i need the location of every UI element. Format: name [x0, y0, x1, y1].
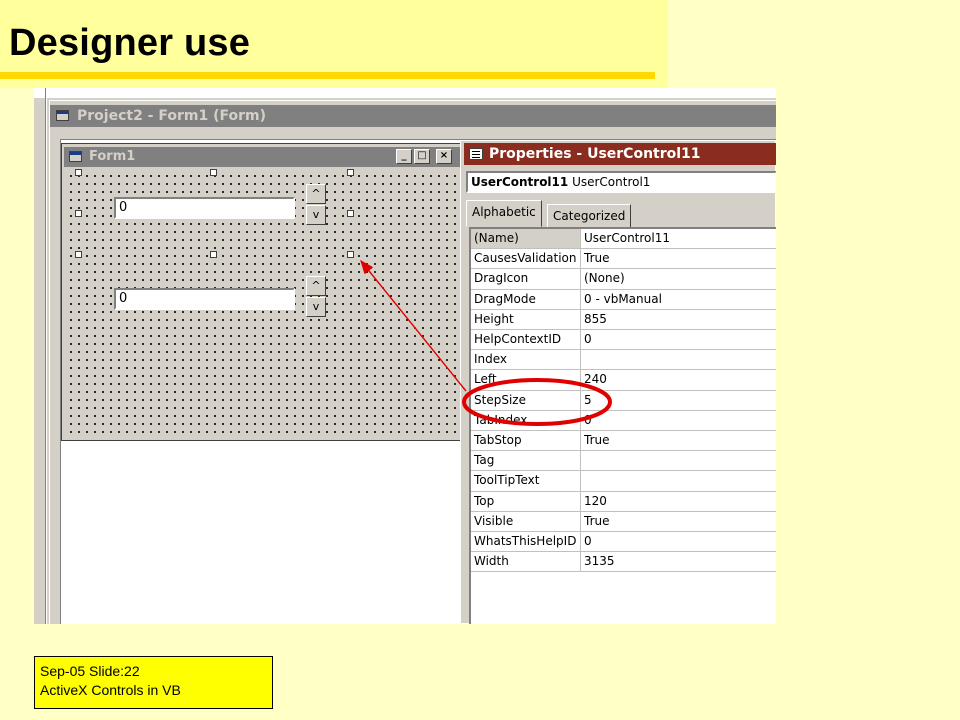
- tab-alphabetic[interactable]: Alphabetic: [466, 200, 542, 227]
- property-value[interactable]: True: [581, 249, 776, 268]
- property-row[interactable]: CausesValidation True: [471, 249, 776, 270]
- property-row[interactable]: WhatsThisHelpID 0: [471, 532, 776, 553]
- property-row[interactable]: Tag: [471, 451, 776, 472]
- property-row[interactable]: StepSize 5: [471, 390, 776, 411]
- minimize-button[interactable]: _: [396, 149, 412, 164]
- footer-date-slide: Sep-05 Slide:22: [40, 663, 140, 679]
- slide-title: Designer use: [9, 22, 251, 64]
- property-row[interactable]: Visible True: [471, 511, 776, 532]
- property-value[interactable]: UserControl11: [581, 229, 776, 248]
- object-type: UserControl1: [572, 175, 651, 189]
- property-value[interactable]: [581, 451, 776, 470]
- footer-course: ActiveX Controls in VB: [40, 682, 181, 698]
- property-name: Visible: [471, 511, 581, 531]
- properties-window-icon: [469, 148, 483, 160]
- property-value[interactable]: 240: [581, 370, 776, 389]
- property-row[interactable]: TabStop True: [471, 431, 776, 452]
- property-value[interactable]: 3135: [581, 552, 776, 571]
- property-name: Index: [471, 350, 581, 370]
- ide-top-strip: [34, 88, 776, 98]
- property-row[interactable]: Top 120: [471, 491, 776, 512]
- selection-handle[interactable]: [75, 169, 82, 176]
- property-value[interactable]: 0: [581, 411, 776, 430]
- ide-left-border: [45, 88, 47, 624]
- property-row[interactable]: TabIndex 0: [471, 410, 776, 431]
- property-name: ToolTipText: [471, 471, 581, 491]
- form1-title: Form1: [89, 149, 136, 164]
- tab-categorized[interactable]: Categorized: [547, 204, 632, 228]
- property-value[interactable]: 5: [581, 391, 776, 410]
- form1-titlebar[interactable]: Form1 _ □ ×: [64, 147, 460, 167]
- property-row[interactable]: Width 3135: [471, 552, 776, 573]
- close-button[interactable]: ×: [436, 149, 452, 164]
- property-value[interactable]: True: [581, 431, 776, 450]
- form1-designer[interactable]: Form1 _ □ × 0 ^ v 0 ^ v: [61, 143, 463, 441]
- property-value[interactable]: (None): [581, 269, 776, 288]
- object-name: UserControl11: [471, 175, 569, 189]
- uc2-spin-down-button[interactable]: v: [306, 297, 326, 317]
- property-name: Height: [471, 309, 581, 329]
- property-row[interactable]: Index: [471, 350, 776, 371]
- selection-handle[interactable]: [347, 169, 354, 176]
- property-name: TabIndex: [471, 410, 581, 430]
- property-name: DragIcon: [471, 269, 581, 289]
- property-value[interactable]: 0 - vbManual: [581, 290, 776, 309]
- maximize-button[interactable]: □: [414, 149, 430, 164]
- property-name: StepSize: [471, 390, 581, 410]
- property-name: Top: [471, 491, 581, 511]
- property-value[interactable]: 0: [581, 532, 776, 551]
- property-name: TabStop: [471, 431, 581, 451]
- property-row[interactable]: Height 855: [471, 309, 776, 330]
- uc2-textbox[interactable]: 0: [114, 288, 295, 310]
- property-row[interactable]: (Name) UserControl11: [471, 229, 776, 250]
- properties-window: Properties - UserControl11 UserControl11…: [460, 140, 776, 624]
- selection-handle[interactable]: [210, 169, 217, 176]
- title-underline: [0, 72, 655, 79]
- property-value[interactable]: [581, 471, 776, 490]
- uc1-spin-down-button[interactable]: v: [306, 205, 326, 225]
- property-name: Tag: [471, 451, 581, 471]
- selection-handle[interactable]: [75, 251, 82, 258]
- property-name: Width: [471, 552, 581, 572]
- property-grid: (Name) UserControl11 CausesValidation True D…: [469, 227, 776, 624]
- project-window-titlebar[interactable]: Project2 - Form1 (Form): [50, 105, 776, 127]
- uc1-textbox[interactable]: 0: [114, 197, 295, 219]
- property-name: HelpContextID: [471, 330, 581, 350]
- project-window-title: Project2 - Form1 (Form): [77, 108, 266, 124]
- property-value[interactable]: True: [581, 512, 776, 531]
- form-window-icon: [56, 110, 69, 121]
- selection-handle[interactable]: [75, 210, 82, 217]
- property-row[interactable]: DragMode 0 - vbManual: [471, 289, 776, 310]
- vb-ide-screenshot: Project2 - Form1 (Form) Form1 _ □ × 0 ^ …: [34, 88, 776, 624]
- uc1-spin-up-button[interactable]: ^: [306, 184, 326, 204]
- properties-window-title: Properties - UserControl11: [489, 146, 701, 162]
- property-name: DragMode: [471, 289, 581, 309]
- property-row[interactable]: ToolTipText: [471, 471, 776, 492]
- property-row[interactable]: Left 240: [471, 370, 776, 391]
- property-name: WhatsThisHelpID: [471, 532, 581, 552]
- property-row[interactable]: DragIcon (None): [471, 269, 776, 290]
- slide-footer: Sep-05 Slide:22 ActiveX Controls in VB: [34, 656, 273, 709]
- property-name: (Name): [471, 229, 581, 249]
- properties-titlebar[interactable]: Properties - UserControl11: [464, 143, 776, 165]
- property-row[interactable]: HelpContextID 0: [471, 330, 776, 351]
- property-value[interactable]: 0: [581, 330, 776, 349]
- selection-handle[interactable]: [347, 251, 354, 258]
- form-window-icon: [69, 151, 82, 162]
- property-name: Left: [471, 370, 581, 390]
- property-value[interactable]: 120: [581, 492, 776, 511]
- selection-handle[interactable]: [347, 210, 354, 217]
- property-value[interactable]: [581, 350, 776, 369]
- property-name: CausesValidation: [471, 249, 581, 269]
- selection-handle[interactable]: [210, 251, 217, 258]
- property-value[interactable]: 855: [581, 310, 776, 329]
- object-selector-combo[interactable]: UserControl11 UserControl1: [466, 171, 776, 193]
- uc2-spin-up-button[interactable]: ^: [306, 276, 326, 296]
